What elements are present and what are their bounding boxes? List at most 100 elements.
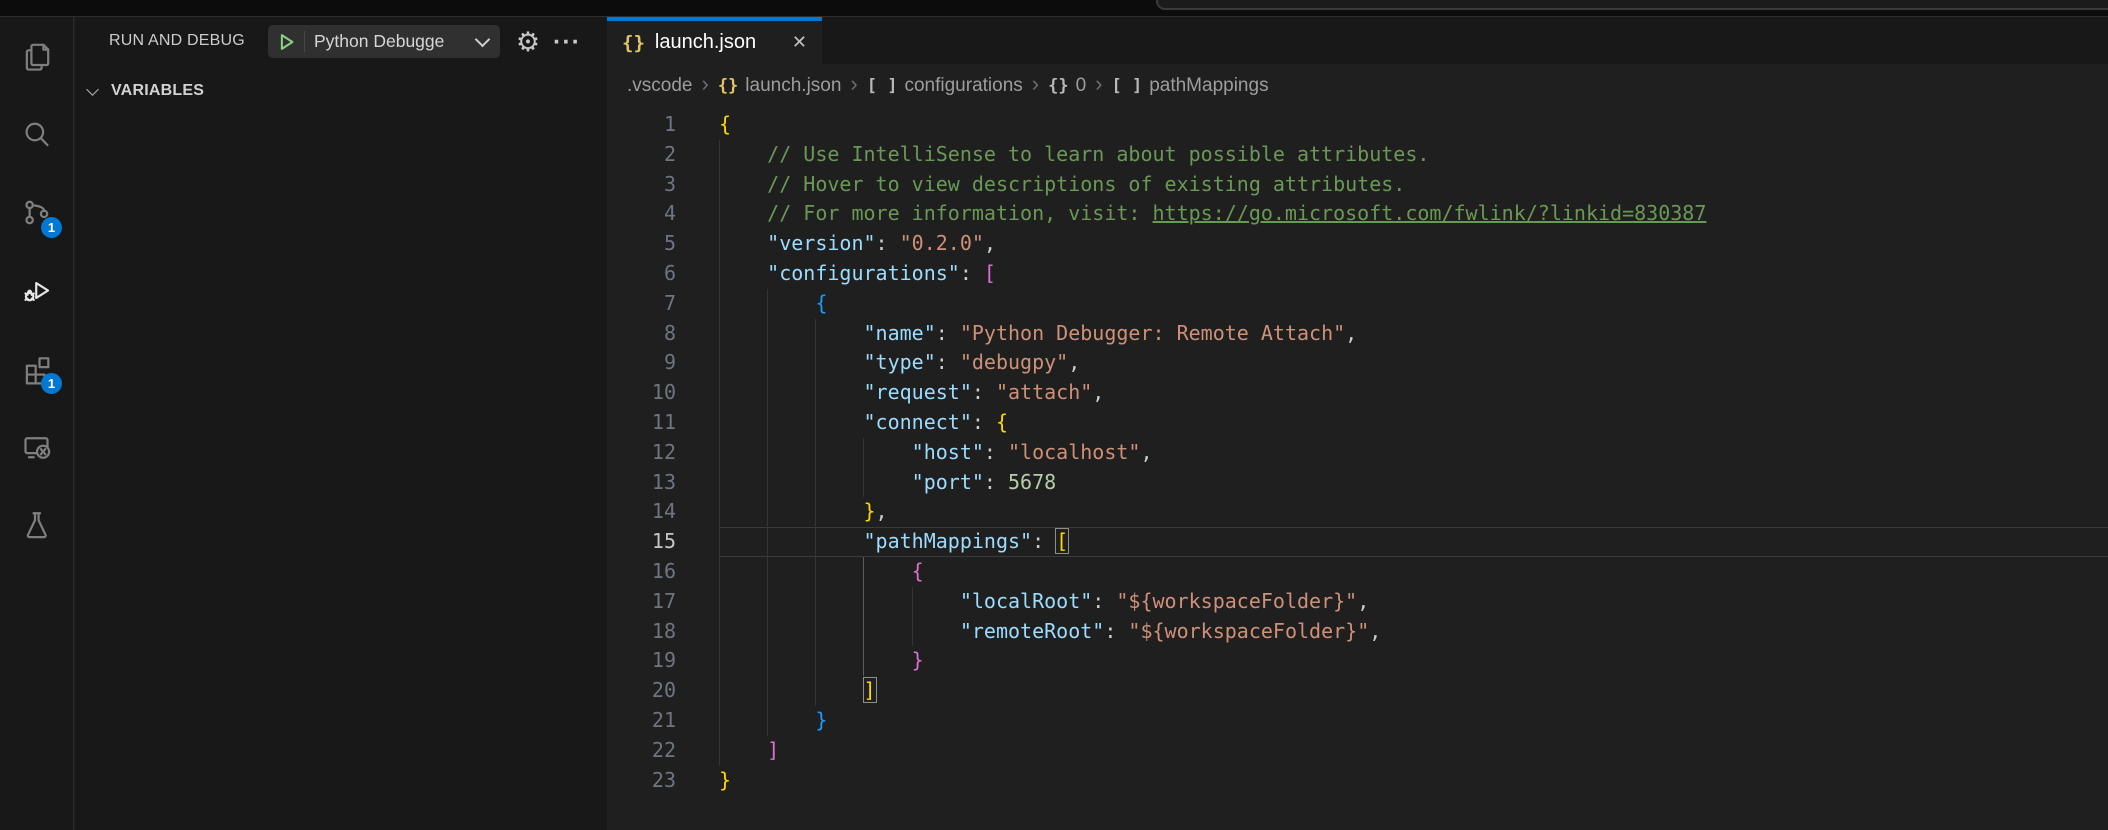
line-number[interactable]: 5 — [607, 229, 676, 259]
code-line[interactable]: 7 { — [607, 288, 2108, 319]
start-debugging-button[interactable] — [268, 25, 304, 58]
line-number[interactable]: 16 — [607, 557, 676, 587]
line-number[interactable]: 14 — [607, 497, 676, 527]
line-number[interactable]: 9 — [607, 348, 676, 378]
token: , — [1092, 380, 1105, 405]
code-line[interactable]: 15 "pathMappings": [ — [607, 527, 2108, 557]
views-more-actions-button[interactable]: ··· — [549, 26, 585, 64]
line-number[interactable]: 6 — [607, 259, 676, 289]
indent-guide — [767, 586, 769, 617]
token: "${workspaceFolder}" — [1116, 588, 1358, 613]
code-line[interactable]: 17 "localRoot": "${workspaceFolder}", — [607, 586, 2108, 617]
line-number[interactable]: 1 — [607, 110, 676, 140]
activity-item-source-control[interactable]: 1 — [0, 173, 73, 251]
code-line[interactable]: 20 ] — [607, 676, 2108, 706]
debug-settings-button[interactable]: ⚙ — [510, 26, 546, 58]
line-content: ] — [719, 735, 2108, 766]
token: , — [983, 231, 996, 256]
variables-section-header[interactable]: VARIABLES — [75, 74, 607, 108]
breadcrumb-item-pathMappings[interactable]: [ ] pathMappings — [1111, 75, 1268, 97]
indent-guide — [719, 556, 720, 587]
activity-item-extensions[interactable]: 1 — [0, 329, 73, 407]
indent-guide — [719, 586, 720, 617]
code-line[interactable]: 22 ] — [607, 735, 2108, 766]
debug-config-value: Python Debugge — [314, 31, 445, 51]
token: : — [935, 320, 960, 345]
line-number[interactable]: 7 — [607, 289, 676, 319]
breadcrumb-item-launch.json[interactable]: {} launch.json — [718, 75, 842, 97]
token: { — [911, 558, 924, 583]
code-line[interactable]: 6 "configurations": [ — [607, 258, 2108, 289]
code-line[interactable]: 11 "connect": { — [607, 407, 2108, 438]
code-line[interactable]: 16 { — [607, 556, 2108, 587]
activity-item-remote-explorer[interactable] — [0, 407, 73, 485]
line-number[interactable]: 4 — [607, 199, 676, 229]
title-bar — [0, 0, 2108, 17]
code-line[interactable]: 2 // Use IntelliSense to learn about pos… — [607, 139, 2108, 170]
code-line[interactable]: 18 "remoteRoot": "${workspaceFolder}", — [607, 616, 2108, 647]
line-number[interactable]: 23 — [607, 766, 676, 796]
comment-link[interactable]: https://go.microsoft.com/fwlink/?linkid=… — [1152, 201, 1706, 225]
activity-item-run-and-debug[interactable] — [0, 251, 73, 329]
token: "debugpy" — [959, 350, 1069, 375]
token: ] — [767, 737, 780, 762]
token: : — [1032, 529, 1057, 554]
line-number[interactable]: 3 — [607, 170, 676, 200]
close-tab-icon[interactable]: ✕ — [792, 32, 807, 53]
code-line[interactable]: 5 "version": "0.2.0", — [607, 229, 2108, 259]
line-number[interactable]: 2 — [607, 140, 676, 170]
command-center[interactable] — [1156, 0, 2108, 10]
code-line[interactable]: 1{ — [607, 110, 2108, 140]
token: , — [875, 499, 888, 524]
line-number[interactable]: 15 — [607, 527, 676, 557]
line-number[interactable]: 20 — [607, 676, 676, 706]
token: "0.2.0" — [899, 231, 984, 256]
debug-config-picker[interactable]: Python Debugge — [268, 25, 500, 58]
line-number[interactable]: 11 — [607, 408, 676, 438]
activity-item-explorer[interactable] — [0, 17, 73, 95]
code-line[interactable]: 10 "request": "attach", — [607, 378, 2108, 408]
code-editor[interactable]: 1{2 // Use IntelliSense to learn about p… — [607, 110, 2108, 830]
code-line[interactable]: 9 "type": "debugpy", — [607, 348, 2108, 379]
line-number[interactable]: 13 — [607, 468, 676, 498]
breadcrumb-item-.vscode[interactable]: .vscode — [627, 75, 692, 97]
indent-guide — [815, 407, 817, 438]
line-number[interactable]: 12 — [607, 438, 676, 468]
token: "${workspaceFolder}" — [1128, 618, 1370, 643]
line-number[interactable]: 22 — [607, 736, 676, 766]
token: // For more information, visit: — [767, 201, 1153, 226]
line-number[interactable]: 10 — [607, 378, 676, 408]
code-line[interactable]: 19 } — [607, 646, 2108, 677]
code-text: // Use IntelliSense to learn about possi… — [719, 142, 1429, 166]
indent-guide — [767, 348, 769, 379]
code-line[interactable]: 4 // For more information, visit: https:… — [607, 199, 2108, 230]
indent-guide — [815, 616, 817, 647]
code-line[interactable]: 14 }, — [607, 497, 2108, 528]
code-line[interactable]: 13 "port": 5678 — [607, 467, 2108, 498]
line-number[interactable]: 18 — [607, 617, 676, 647]
line-number[interactable]: 21 — [607, 706, 676, 736]
code-line[interactable]: 12 "host": "localhost", — [607, 437, 2108, 468]
activity-item-testing[interactable] — [0, 485, 73, 563]
line-number[interactable]: 8 — [607, 319, 676, 349]
line-content: "connect": { — [719, 407, 2108, 438]
activity-item-search[interactable] — [0, 95, 73, 173]
breadcrumb-label: .vscode — [627, 74, 693, 96]
token: { — [815, 290, 828, 315]
line-number[interactable]: 17 — [607, 587, 676, 617]
code-line[interactable]: 3 // Hover to view descriptions of exist… — [607, 169, 2108, 200]
tab-launch-json[interactable]: {} launch.json ✕ — [607, 17, 822, 64]
token: { — [719, 112, 732, 136]
line-number[interactable]: 19 — [607, 646, 676, 676]
breadcrumb-item-configurations[interactable]: [ ] configurations — [867, 75, 1023, 97]
code-line[interactable]: 8 "name": "Python Debugger: Remote Attac… — [607, 318, 2108, 349]
token: : — [971, 380, 996, 405]
breadcrumb-item-0[interactable]: {} 0 — [1048, 75, 1086, 97]
line-content: "localRoot": "${workspaceFolder}", — [719, 586, 2108, 617]
code-line[interactable]: 21 } — [607, 705, 2108, 736]
code-line[interactable]: 23} — [607, 766, 2108, 796]
chevron-down-icon — [474, 31, 491, 48]
line-content: // For more information, visit: https://… — [719, 199, 2108, 230]
run-debug-icon — [24, 281, 50, 301]
indent-guide — [767, 705, 769, 736]
